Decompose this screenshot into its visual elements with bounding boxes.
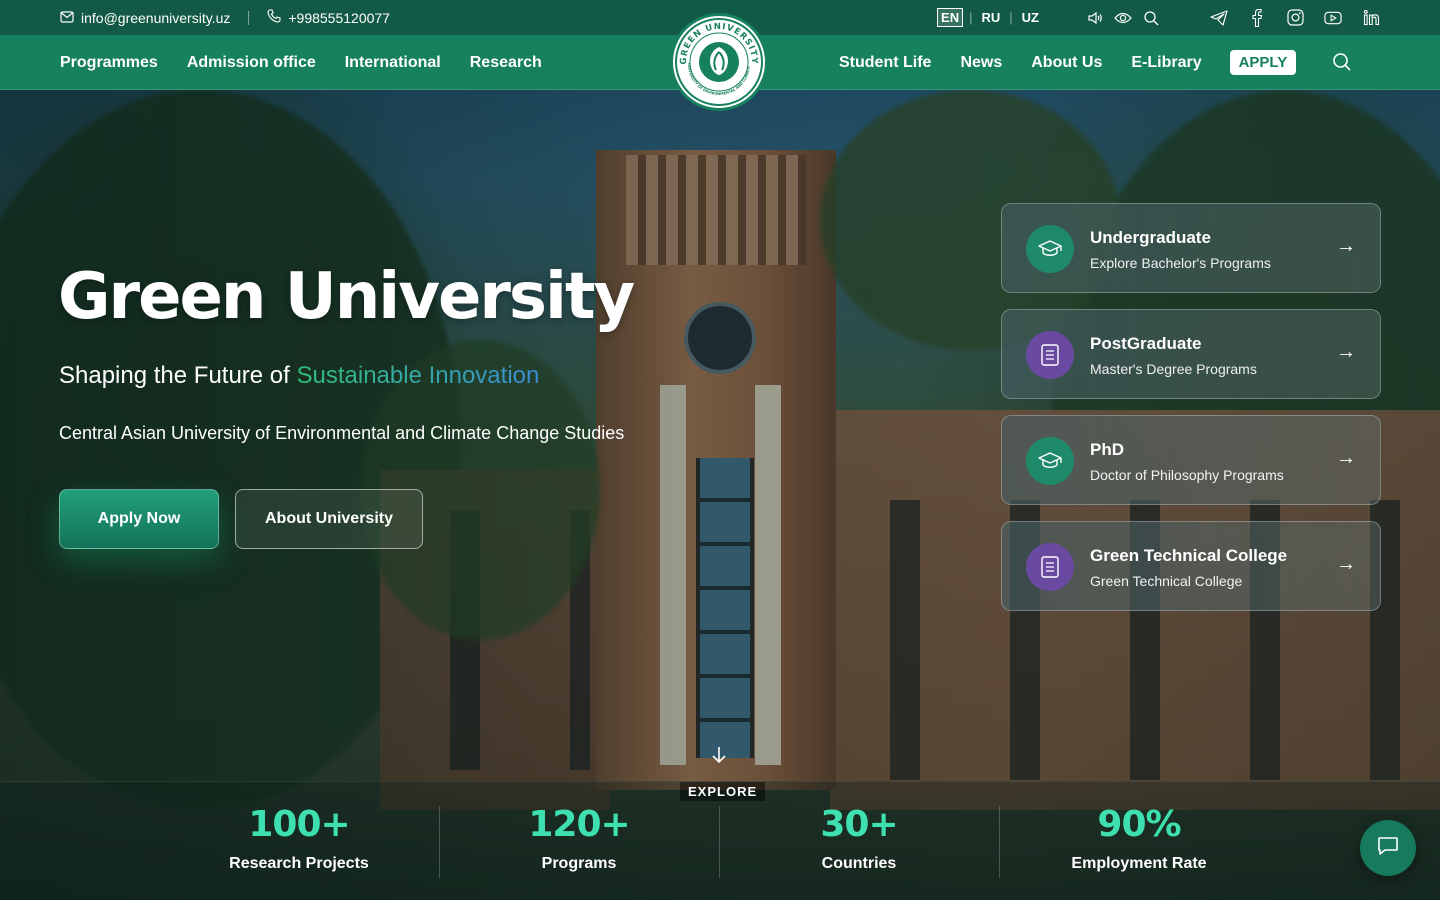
stat-value: 120+ (528, 804, 630, 845)
document-icon (1026, 331, 1074, 379)
program-card-postgraduate[interactable]: PostGraduate Master's Degree Programs → (1001, 309, 1381, 399)
lang-en[interactable]: EN (937, 8, 964, 27)
hero-title: Green University (58, 260, 635, 334)
arrow-down-icon[interactable] (709, 745, 731, 767)
nav-about-us[interactable]: About Us (1031, 54, 1102, 72)
document-icon (1026, 543, 1074, 591)
apply-button[interactable]: APPLY (1229, 50, 1297, 75)
email-text: info@greenuniversity.uz (81, 9, 231, 26)
stat-label: Countries (821, 855, 897, 872)
stat-label: Employment Rate (1071, 855, 1207, 872)
eye-icon[interactable] (1114, 9, 1132, 27)
program-card-undergraduate[interactable]: Undergraduate Explore Bachelor's Program… (1001, 203, 1381, 293)
nav-news[interactable]: News (960, 54, 1002, 72)
phone-link[interactable]: +998555120077 (267, 9, 390, 26)
lang-ru[interactable]: RU (978, 9, 1003, 26)
hero-subtitle: Shaping the Future of Sustainable Innova… (59, 362, 539, 390)
nav-international[interactable]: International (345, 54, 441, 72)
hero-description: Central Asian University of Environmenta… (59, 423, 625, 443)
apply-now-button[interactable]: Apply Now (59, 489, 219, 549)
stat-value: 100+ (248, 804, 350, 845)
program-title: Green Technical College (1090, 546, 1288, 565)
arrow-right-icon: → (1336, 447, 1356, 469)
facebook-icon[interactable] (1248, 8, 1266, 27)
phone-text: +998555120077 (288, 9, 390, 26)
stat-label: Programs (541, 855, 617, 872)
instagram-icon[interactable] (1286, 9, 1304, 27)
nav-programmes[interactable]: Programmes (60, 54, 158, 72)
arrow-right-icon: → (1336, 341, 1356, 363)
email-link[interactable]: info@greenuniversity.uz (60, 10, 230, 26)
linkedin-icon[interactable] (1362, 9, 1380, 27)
explore-label[interactable]: EXPLORE (680, 782, 766, 801)
nav-admission-office[interactable]: Admission office (187, 54, 316, 72)
lang-uz[interactable]: UZ (1019, 9, 1042, 26)
chat-button[interactable] (1360, 820, 1416, 876)
program-subtitle: Explore Bachelor's Programs (1090, 255, 1271, 271)
stat-programs: 120+ Programs (439, 782, 719, 900)
hero-subtitle-highlight: Sustainable Innovation (296, 362, 540, 389)
stat-label: Research Projects (229, 855, 369, 872)
nav-research[interactable]: Research (470, 54, 542, 72)
chat-icon (1376, 834, 1400, 863)
telegram-icon[interactable] (1210, 9, 1228, 27)
graduation-cap-icon (1026, 225, 1074, 273)
arrow-right-icon: → (1336, 553, 1356, 575)
stat-value: 30+ (820, 804, 898, 845)
graduation-cap-icon (1026, 437, 1074, 485)
program-title: Undergraduate (1090, 228, 1211, 247)
hero-subtitle-prefix: Shaping the Future of (59, 362, 290, 389)
stat-employment-rate: 90% Employment Rate (999, 782, 1279, 900)
stat-research-projects: 100+ Research Projects (159, 782, 439, 900)
university-logo[interactable]: GREEN UNIVERSITY CENTRAL ASIAN UNIVERSIT… (670, 13, 768, 111)
phone-icon (267, 9, 281, 26)
program-subtitle: Doctor of Philosophy Programs (1090, 467, 1284, 483)
program-card-phd[interactable]: PhD Doctor of Philosophy Programs → (1001, 415, 1381, 505)
search-icon[interactable] (1332, 52, 1354, 74)
program-title: PostGraduate (1090, 334, 1202, 353)
program-title: PhD (1090, 440, 1124, 459)
search-icon[interactable] (1142, 9, 1160, 27)
volume-icon[interactable] (1086, 9, 1104, 27)
program-subtitle: Green Technical College (1090, 573, 1243, 589)
nav-student-life[interactable]: Student Life (839, 54, 931, 72)
program-card-technical-college[interactable]: Green Technical College Green Technical … (1001, 521, 1381, 611)
arrow-right-icon: → (1336, 235, 1356, 257)
mail-icon (60, 10, 74, 26)
about-university-button[interactable]: About University (235, 489, 423, 549)
stat-value: 90% (1097, 804, 1181, 845)
nav-e-library[interactable]: E-Library (1131, 54, 1201, 72)
youtube-icon[interactable] (1324, 9, 1342, 27)
program-subtitle: Master's Degree Programs (1090, 361, 1257, 377)
